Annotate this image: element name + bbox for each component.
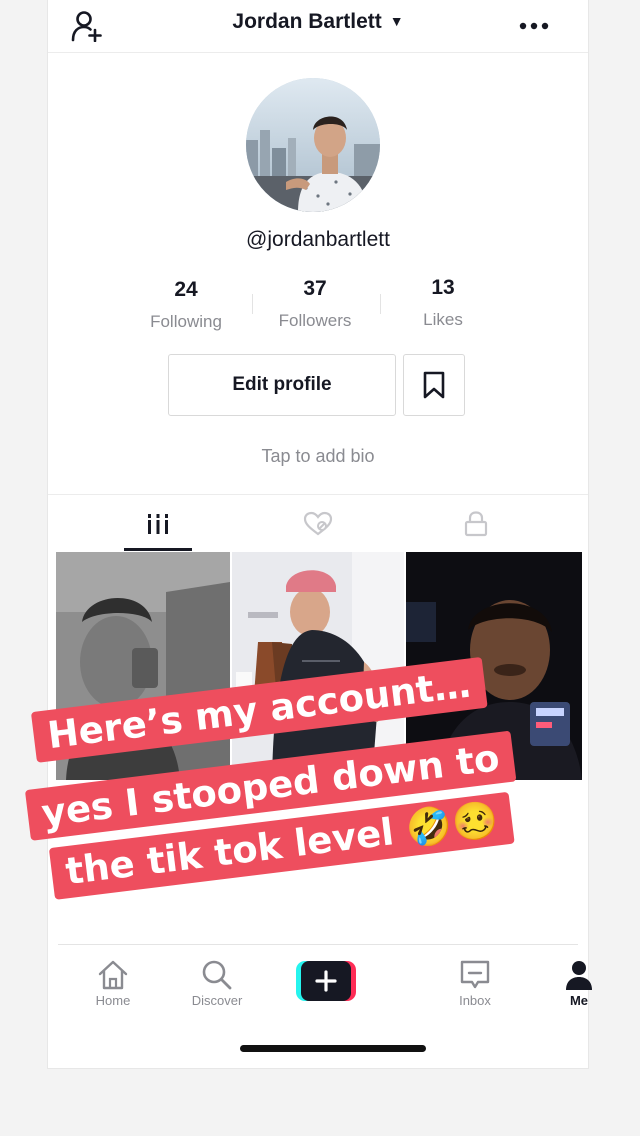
stat-divider bbox=[252, 294, 253, 314]
profile-header: Jordan Bartlett ▼ bbox=[48, 0, 588, 53]
stat-value: 13 bbox=[431, 276, 455, 299]
more-horizontal-icon[interactable] bbox=[514, 8, 554, 44]
tab-liked[interactable] bbox=[268, 495, 368, 553]
active-tab-indicator bbox=[124, 548, 192, 551]
username-title: Jordan Bartlett bbox=[232, 10, 382, 33]
stat-label: Followers bbox=[278, 311, 352, 330]
tab-videos[interactable] bbox=[108, 495, 208, 553]
avatar[interactable] bbox=[246, 78, 380, 212]
stat-value: 24 bbox=[174, 278, 198, 301]
nav-label: Inbox bbox=[459, 993, 491, 1008]
stat-likes[interactable]: 13 Likes bbox=[383, 276, 503, 330]
stat-label: Likes bbox=[423, 310, 463, 329]
nav-label: Me bbox=[569, 993, 589, 1008]
lock-icon bbox=[464, 511, 488, 537]
plus-icon bbox=[296, 961, 356, 1001]
create-video-button[interactable] bbox=[296, 961, 356, 1001]
home-icon bbox=[98, 960, 128, 990]
stat-followers[interactable]: 37 Followers bbox=[255, 277, 375, 331]
phone-screen: Jordan Bartlett ▼ @jordanbartlett 24 Fol… bbox=[48, 0, 592, 1068]
nav-discover[interactable]: Discover bbox=[172, 957, 262, 1008]
bio-placeholder[interactable]: Tap to add bio bbox=[48, 446, 588, 467]
nav-home[interactable]: Home bbox=[68, 957, 158, 1008]
stat-divider bbox=[380, 294, 381, 314]
liked-icon bbox=[303, 511, 333, 536]
nav-label: Home bbox=[95, 993, 131, 1008]
nav-inbox[interactable]: Inbox bbox=[430, 957, 520, 1008]
person-icon bbox=[566, 961, 592, 990]
search-icon bbox=[202, 960, 232, 990]
edit-profile-button[interactable]: Edit profile bbox=[168, 354, 396, 416]
inbox-icon bbox=[460, 960, 490, 989]
bottom-navigation: Home Discover Inbox Me bbox=[58, 944, 592, 1065]
stat-following[interactable]: 24 Following bbox=[126, 278, 246, 332]
caret-down-icon: ▼ bbox=[389, 13, 404, 29]
bookmark-icon bbox=[423, 371, 445, 399]
nav-me[interactable]: Me bbox=[534, 957, 624, 1008]
stat-value: 37 bbox=[303, 277, 327, 300]
nav-label: Discover bbox=[191, 993, 243, 1008]
stat-label: Following bbox=[150, 312, 222, 331]
grid-icon bbox=[148, 514, 168, 534]
profile-handle: @jordanbartlett bbox=[246, 228, 390, 251]
profile-tabs bbox=[48, 494, 588, 553]
home-indicator bbox=[240, 1045, 426, 1052]
favorites-button[interactable] bbox=[403, 354, 465, 416]
account-switcher[interactable]: Jordan Bartlett ▼ bbox=[48, 10, 588, 34]
tab-private[interactable] bbox=[426, 495, 526, 553]
